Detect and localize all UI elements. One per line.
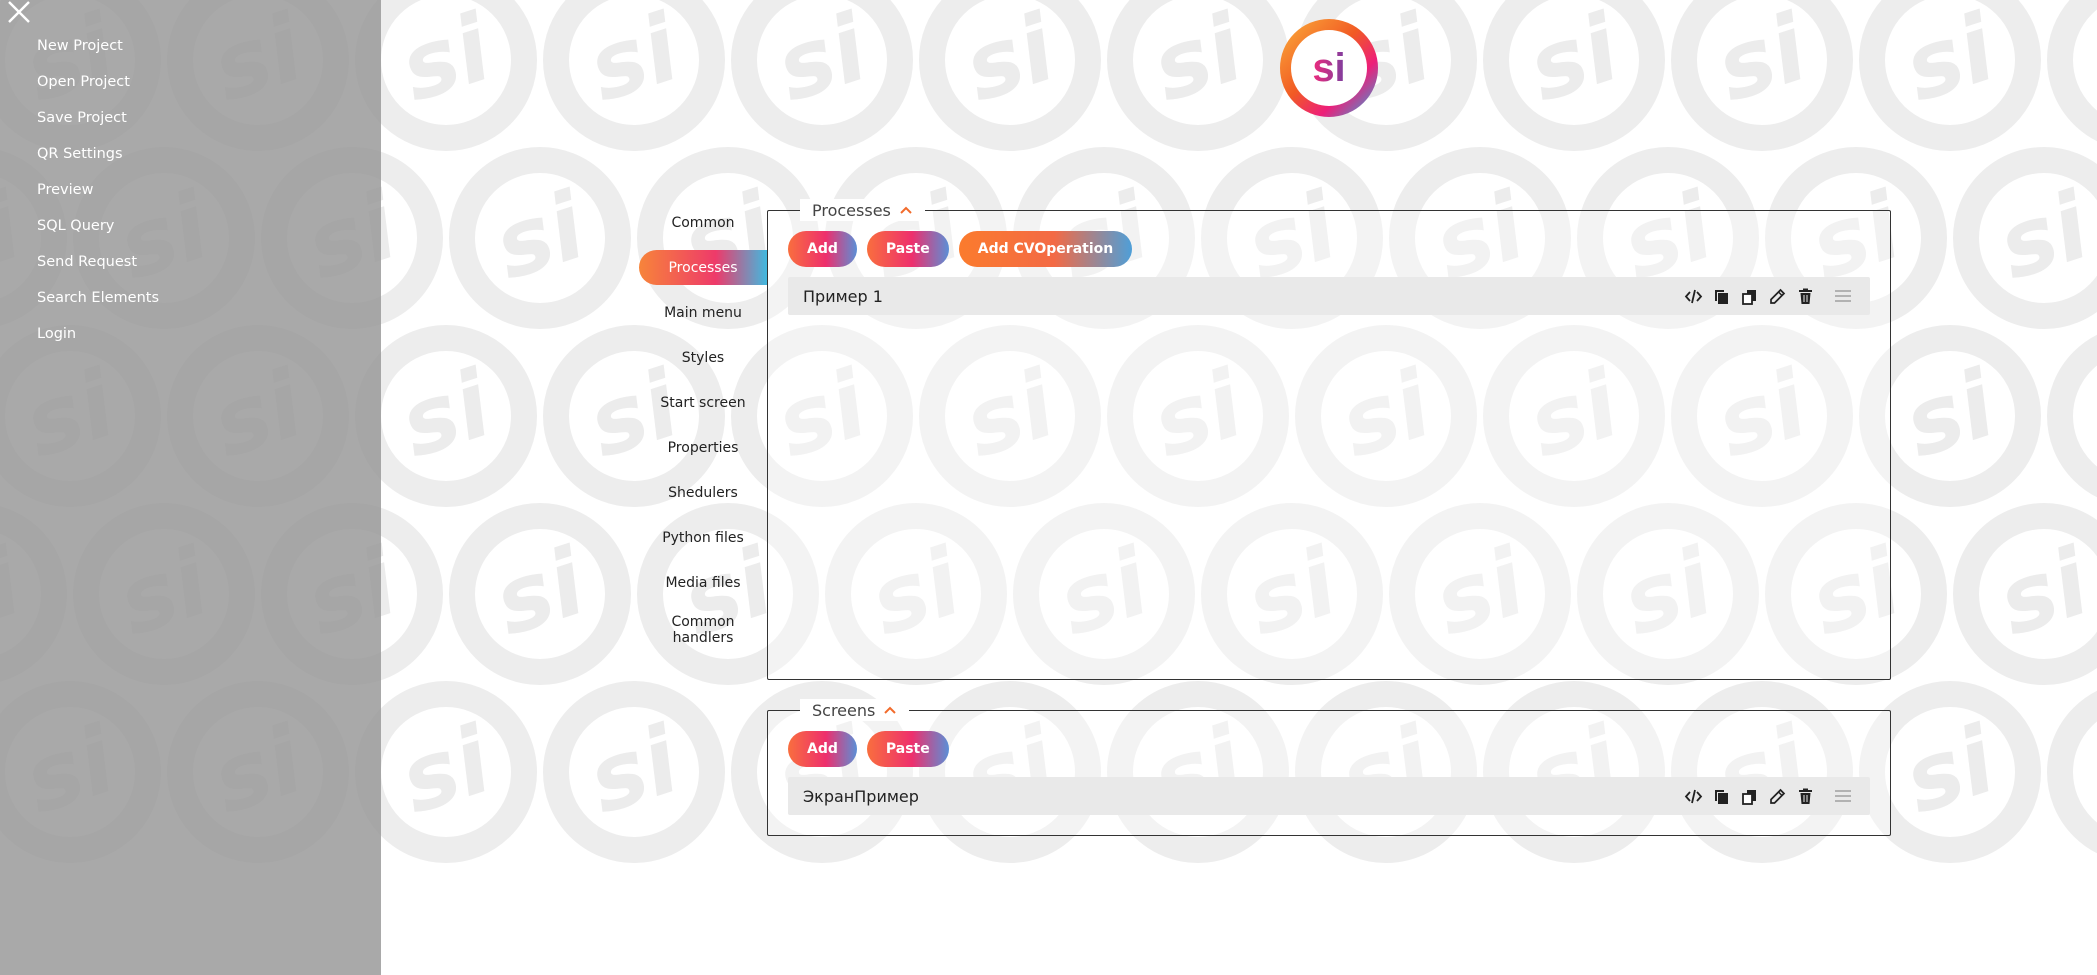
tab-properties[interactable]: Properties (639, 430, 767, 465)
tab-label: Media files (665, 574, 741, 591)
svg-text:si: si (1986, 172, 2097, 301)
paste-screen-button[interactable]: Paste (866, 731, 949, 767)
tab-label: Common (671, 214, 735, 231)
close-icon[interactable] (6, 0, 36, 24)
svg-text:si: si (482, 172, 599, 301)
tab-label: Start screen (660, 394, 746, 411)
svg-text:si: si (576, 706, 693, 835)
copy-icon[interactable] (1712, 787, 1731, 806)
tab-label: Processes (668, 259, 738, 276)
chevron-up-icon[interactable] (883, 705, 897, 715)
screens-header[interactable]: Screens (800, 699, 910, 721)
svg-text:si: si (576, 0, 693, 123)
tab-label: Properties (667, 439, 739, 456)
si-logo: si (1279, 18, 1379, 118)
side-menu-item-qr-settings[interactable]: QR Settings (37, 142, 159, 178)
screens-title: Screens (812, 700, 876, 720)
add-screen-button[interactable]: Add (788, 731, 857, 767)
tab-shedulers[interactable]: Shedulers (639, 475, 767, 510)
tab-start-screen[interactable]: Start screen (639, 385, 767, 420)
edit-icon[interactable] (1768, 787, 1787, 806)
side-menu: New Project Open Project Save Project QR Se… (0, 0, 381, 975)
add-process-button[interactable]: Add (788, 231, 857, 267)
svg-text:si: si (1986, 528, 2097, 657)
svg-text:si: si (388, 706, 505, 835)
copy-icon[interactable] (1712, 287, 1731, 306)
svg-text:si: si (1892, 350, 2009, 479)
processes-title: Processes (812, 200, 891, 220)
duplicate-icon[interactable] (1740, 287, 1759, 306)
add-cvoperation-button[interactable]: Add CVOperation (958, 231, 1133, 267)
svg-text:si: si (1704, 0, 1821, 123)
tab-common[interactable]: Common (639, 205, 767, 240)
tab-processes[interactable]: Processes (639, 250, 767, 285)
side-menu-item-login[interactable]: Login (37, 322, 159, 358)
side-menu-item-new-project[interactable]: New Project (37, 34, 159, 70)
tab-python-files[interactable]: Python files (639, 520, 767, 555)
code-icon[interactable] (1684, 287, 1703, 306)
chevron-up-icon[interactable] (899, 205, 913, 215)
drag-handle-icon[interactable] (1834, 789, 1852, 803)
svg-text:si: si (482, 528, 599, 657)
svg-text:si: si (1892, 0, 2009, 123)
side-menu-item-save-project[interactable]: Save Project (37, 106, 159, 142)
delete-icon[interactable] (1796, 787, 1815, 806)
duplicate-icon[interactable] (1740, 787, 1759, 806)
tab-styles[interactable]: Styles (639, 340, 767, 375)
svg-text:si: si (388, 0, 505, 123)
edit-icon[interactable] (1768, 287, 1787, 306)
tab-label: Styles (681, 349, 725, 366)
tab-label: Main menu (664, 304, 742, 321)
side-menu-item-open-project[interactable]: Open Project (37, 70, 159, 106)
svg-text:si: si (1892, 706, 2009, 835)
process-row[interactable]: Пример 1 (788, 277, 1870, 315)
side-menu-item-send-request[interactable]: Send Request (37, 250, 159, 286)
svg-text:si: si (952, 0, 1069, 123)
screens-section: Screens Add Paste ЭкранПример (767, 699, 1891, 836)
row-actions (1684, 287, 1852, 306)
screen-name: ЭкранПример (803, 786, 919, 806)
tab-label: Shedulers (668, 484, 738, 501)
svg-text:si: si (388, 350, 505, 479)
section-tabs: Common Processes Main menu Styles Start scre… (639, 205, 767, 660)
side-menu-item-preview[interactable]: Preview (37, 178, 159, 214)
tab-common-handlers[interactable]: Common handlers (639, 610, 767, 650)
code-icon[interactable] (1684, 787, 1703, 806)
tab-main-menu[interactable]: Main menu (639, 295, 767, 330)
delete-icon[interactable] (1796, 287, 1815, 306)
side-menu-item-sql-query[interactable]: SQL Query (37, 214, 159, 250)
processes-header[interactable]: Processes (800, 199, 925, 221)
svg-text:si: si (1516, 0, 1633, 123)
svg-text:si: si (1312, 46, 1345, 90)
processes-section: Processes Add Paste Add CVOperation Прим… (767, 199, 1891, 680)
side-menu-list: New Project Open Project Save Project QR Se… (37, 34, 159, 358)
svg-text:si: si (1140, 0, 1257, 123)
paste-process-button[interactable]: Paste (866, 231, 949, 267)
drag-handle-icon[interactable] (1834, 289, 1852, 303)
tab-label: Common handlers (671, 614, 735, 646)
process-name: Пример 1 (803, 286, 883, 306)
svg-text:si: si (764, 0, 881, 123)
side-menu-item-search-elements[interactable]: Search Elements (37, 286, 159, 322)
tab-label: Python files (662, 529, 744, 546)
screen-row[interactable]: ЭкранПример (788, 777, 1870, 815)
tab-media-files[interactable]: Media files (639, 565, 767, 600)
row-actions (1684, 787, 1852, 806)
